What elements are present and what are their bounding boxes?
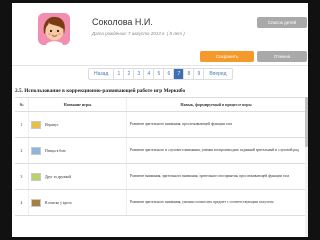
children-list-button[interactable]: Список детей [257, 17, 307, 28]
row-num: 4 [15, 190, 29, 215]
game-icon [31, 146, 41, 155]
pagination: Назад 1 2 3 4 5 6 7 8 9 Вперед [88, 68, 233, 80]
row-num: 3 [15, 164, 29, 189]
row-game: Играмус [29, 112, 127, 137]
row-skill: Развитие внимания, зрительного внимания,… [130, 174, 290, 178]
game-icon [31, 172, 41, 181]
save-button[interactable]: Сохранить [200, 51, 254, 62]
page-3[interactable]: 3 [134, 69, 145, 79]
game-title: Птицы в бою [45, 148, 66, 153]
row-skill: Развитие зрительного и слухового внимани… [130, 148, 299, 152]
table-scrollbar[interactable] [305, 97, 308, 237]
game-icon [31, 198, 41, 207]
page-5[interactable]: 5 [154, 69, 165, 79]
header-game: Название игры [29, 98, 127, 111]
page-7-current[interactable]: 7 [174, 69, 185, 79]
game-title: В поиске у крота [45, 200, 72, 205]
games-table: № Название игры Навык, формируемый в про… [15, 97, 305, 216]
table-row: 3 Друг за дружкой Развитие внимания, зри… [15, 164, 305, 190]
row-game: В поиске у крота [29, 190, 127, 215]
table-row: 1 Играмус Развитие зрительного внимания,… [15, 112, 305, 138]
birth-date: Дата рождения: 7 августа 2013 г. ( 8 лет… [92, 31, 185, 36]
page-9[interactable]: 9 [194, 69, 205, 79]
header-num: № [15, 98, 29, 111]
table-header: № Название игры Навык, формируемый в про… [15, 98, 305, 112]
row-num: 2 [15, 138, 29, 163]
page-6[interactable]: 6 [164, 69, 175, 79]
table-row: 2 Птицы в бою Развитие зрительного и слу… [15, 138, 305, 164]
page-1[interactable]: 1 [114, 69, 125, 79]
section-title: 2.5. Использование в коррекционно-развив… [15, 88, 186, 94]
child-name: Соколова Н.И. [92, 17, 153, 27]
header-divider [12, 65, 308, 66]
pagination-next[interactable]: Вперед [204, 69, 231, 79]
scrollbar-thumb[interactable] [305, 97, 308, 147]
row-game: Друг за дружкой [29, 164, 127, 189]
row-num: 1 [15, 112, 29, 137]
table-row: 4 В поиске у крота Развитие зрительного … [15, 190, 305, 216]
game-title: Играмус [45, 122, 59, 127]
pagination-prev[interactable]: Назад [89, 69, 115, 79]
header-skill: Навык, формируемый в процессе игры [180, 102, 252, 107]
row-skill: Развитие зрительного внимания, умения со… [130, 200, 274, 204]
row-game: Птицы в бою [29, 138, 127, 163]
child-avatar [38, 13, 70, 45]
game-icon [31, 120, 41, 129]
page-2[interactable]: 2 [124, 69, 135, 79]
game-title: Друг за дружкой [45, 174, 72, 179]
page-4[interactable]: 4 [144, 69, 155, 79]
page-8[interactable]: 8 [184, 69, 195, 79]
row-skill: Развитие зрительного внимания, прослежив… [130, 122, 233, 126]
app-frame: Соколова Н.И. Дата рождения: 7 августа 2… [12, 3, 308, 237]
cancel-button[interactable]: Отмена [257, 51, 307, 62]
